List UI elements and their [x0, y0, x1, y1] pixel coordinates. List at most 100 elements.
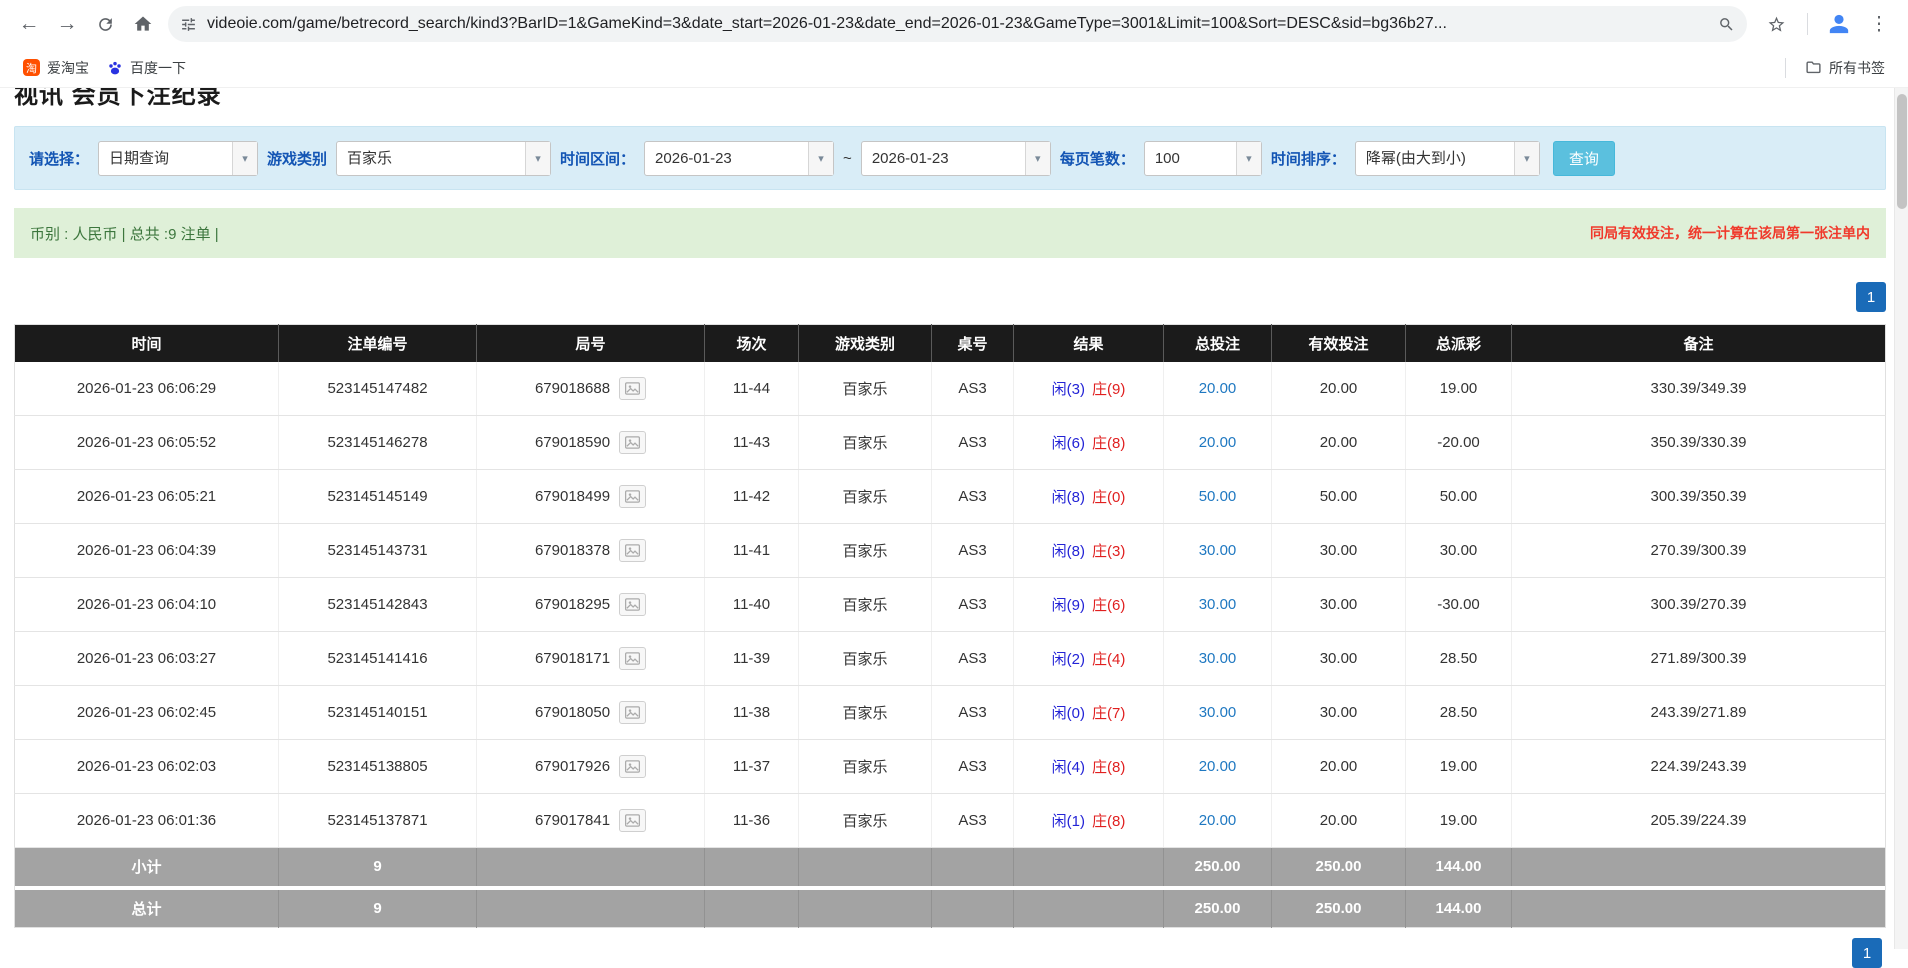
- chevron-down-icon[interactable]: ▾: [232, 142, 257, 175]
- sort-select[interactable]: 降幂(由大到小) ▾: [1355, 141, 1540, 176]
- cell-total-bet: 20.00: [1164, 416, 1272, 470]
- chevron-down-icon[interactable]: ▾: [1236, 142, 1261, 175]
- result-player: 闲(8): [1052, 543, 1085, 560]
- subtotal-count: 9: [279, 848, 477, 886]
- replay-button[interactable]: [619, 377, 646, 400]
- chevron-down-icon[interactable]: ▾: [1514, 142, 1539, 175]
- total-bet-link[interactable]: 50.00: [1199, 488, 1237, 505]
- grand-total-total-bet: 250.00: [1164, 890, 1272, 928]
- table-header: 时间 注单编号 局号 场次 游戏类别 桌号 结果 总投注 有效投注 总派彩 备注: [15, 325, 1886, 362]
- date-start-select[interactable]: 2026-01-23 ▾: [644, 141, 834, 176]
- site-info-icon[interactable]: [180, 16, 197, 33]
- result-banker: 庄(9): [1092, 381, 1125, 398]
- replay-button[interactable]: [619, 593, 646, 616]
- cell-round: 679018171: [477, 632, 705, 686]
- replay-button[interactable]: [619, 647, 646, 670]
- bookmark-baidu[interactable]: 百度一下: [98, 54, 195, 82]
- chevron-down-icon[interactable]: ▾: [525, 142, 550, 175]
- back-button[interactable]: ←: [10, 5, 48, 43]
- cell-session: 11-43: [705, 416, 799, 470]
- grand-total-row: 总计 9 250.00 250.00 144.00: [15, 890, 1886, 928]
- forward-button[interactable]: →: [48, 5, 86, 43]
- col-table-no: 桌号: [932, 325, 1014, 362]
- cell-game: 百家乐: [799, 740, 932, 794]
- url-text: videoie.com/game/betrecord_search/kind3?…: [207, 15, 1708, 33]
- cell-payout: 50.00: [1406, 470, 1512, 524]
- subtotal-total-bet: 250.00: [1164, 848, 1272, 886]
- col-bet-id: 注单编号: [279, 325, 477, 362]
- bookmark-star-button[interactable]: [1757, 5, 1795, 43]
- total-bet-link[interactable]: 30.00: [1199, 650, 1237, 667]
- cell-time: 2026-01-23 06:05:21: [15, 470, 279, 524]
- cell-payout: 30.00: [1406, 524, 1512, 578]
- round-number: 679018378: [535, 542, 610, 559]
- col-round: 局号: [477, 325, 705, 362]
- replay-button[interactable]: [619, 701, 646, 724]
- total-bet-link[interactable]: 20.00: [1199, 434, 1237, 451]
- date-end-select[interactable]: 2026-01-23 ▾: [861, 141, 1051, 176]
- cell-result: 闲(4)庄(8): [1014, 740, 1164, 794]
- home-button[interactable]: [124, 5, 162, 43]
- cell-game: 百家乐: [799, 632, 932, 686]
- cell-result: 闲(8)庄(0): [1014, 470, 1164, 524]
- cell-total-bet: 20.00: [1164, 362, 1272, 416]
- chevron-down-icon[interactable]: ▾: [808, 142, 833, 175]
- scrollbar-track[interactable]: [1894, 88, 1908, 949]
- currency-summary: 币别 : 人民币 | 总共 :9 注单 |: [30, 223, 219, 244]
- cell-valid-bet: 30.00: [1272, 686, 1406, 740]
- page-1-button[interactable]: 1: [1856, 282, 1886, 312]
- cell-note: 350.39/330.39: [1512, 416, 1886, 470]
- all-bookmarks-button[interactable]: 所有书签: [1796, 54, 1894, 82]
- result-player: 闲(4): [1052, 759, 1085, 776]
- cell-session: 11-42: [705, 470, 799, 524]
- replay-button[interactable]: [619, 809, 646, 832]
- cell-table-no: AS3: [932, 794, 1014, 848]
- total-bet-link[interactable]: 20.00: [1199, 380, 1237, 397]
- replay-button[interactable]: [619, 431, 646, 454]
- menu-button[interactable]: ⋮: [1860, 5, 1898, 43]
- reload-button[interactable]: [86, 5, 124, 43]
- total-bet-link[interactable]: 20.00: [1199, 812, 1237, 829]
- summary-bar: 币别 : 人民币 | 总共 :9 注单 | 同局有效投注，统一计算在该局第一张注…: [14, 208, 1886, 258]
- grand-total-valid-bet: 250.00: [1272, 890, 1406, 928]
- total-bet-link[interactable]: 30.00: [1199, 596, 1237, 613]
- cell-valid-bet: 30.00: [1272, 578, 1406, 632]
- cell-valid-bet: 20.00: [1272, 794, 1406, 848]
- cell-table-no: AS3: [932, 686, 1014, 740]
- profile-button[interactable]: [1820, 5, 1858, 43]
- page-1-button-bottom[interactable]: 1: [1852, 938, 1882, 968]
- cell-result: 闲(0)庄(7): [1014, 686, 1164, 740]
- per-page-select[interactable]: 100 ▾: [1144, 141, 1262, 176]
- replay-button[interactable]: [619, 539, 646, 562]
- result-banker: 庄(0): [1092, 489, 1125, 506]
- replay-button[interactable]: [619, 485, 646, 508]
- bookmark-taobao[interactable]: 淘 爱淘宝: [14, 54, 98, 82]
- total-bet-link[interactable]: 30.00: [1199, 704, 1237, 721]
- cell-valid-bet: 20.00: [1272, 740, 1406, 794]
- zoom-icon[interactable]: [1718, 16, 1735, 33]
- cell-total-bet: 50.00: [1164, 470, 1272, 524]
- bookmarks-bar: 淘 爱淘宝 百度一下 所有书签: [0, 48, 1908, 88]
- query-type-select[interactable]: 日期查询 ▾: [98, 141, 258, 176]
- folder-icon: [1805, 59, 1822, 76]
- replay-button[interactable]: [619, 755, 646, 778]
- result-player: 闲(6): [1052, 435, 1085, 452]
- search-button[interactable]: 查询: [1553, 141, 1615, 176]
- scrollbar-thumb[interactable]: [1897, 94, 1907, 209]
- total-bet-link[interactable]: 30.00: [1199, 542, 1237, 559]
- game-type-select[interactable]: 百家乐 ▾: [336, 141, 551, 176]
- cell-bet-id: 523145143731: [279, 524, 477, 578]
- grand-total-payout: 144.00: [1406, 890, 1512, 928]
- cell-result: 闲(3)庄(9): [1014, 362, 1164, 416]
- cell-bet-id: 523145138805: [279, 740, 477, 794]
- game-type-label: 游戏类别: [267, 148, 327, 169]
- cell-game: 百家乐: [799, 416, 932, 470]
- per-page-value: 100: [1145, 142, 1236, 175]
- col-result: 结果: [1014, 325, 1164, 362]
- col-valid-bet: 有效投注: [1272, 325, 1406, 362]
- total-bet-link[interactable]: 20.00: [1199, 758, 1237, 775]
- chevron-down-icon[interactable]: ▾: [1025, 142, 1050, 175]
- address-bar[interactable]: videoie.com/game/betrecord_search/kind3?…: [168, 6, 1747, 42]
- round-number: 679017841: [535, 812, 610, 829]
- replay-image-icon: [625, 490, 640, 503]
